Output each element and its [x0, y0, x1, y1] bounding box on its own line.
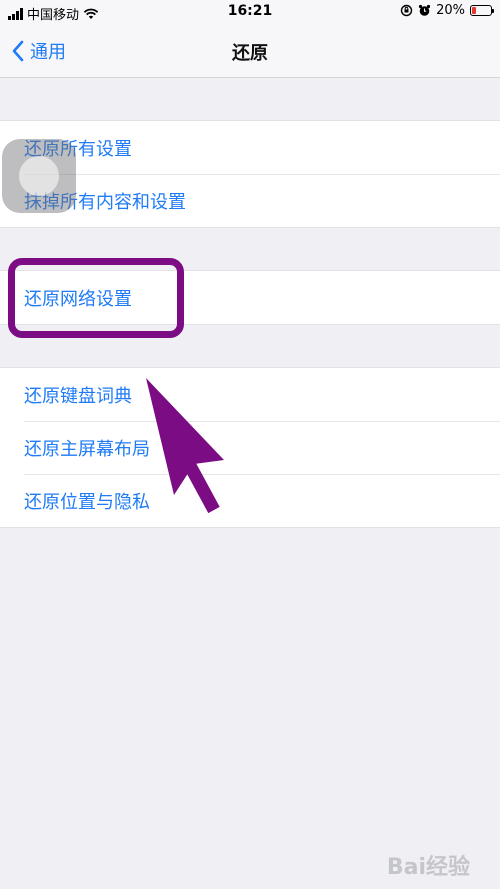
battery-fill: [472, 7, 476, 14]
settings-group-3: 还原键盘词典 还原主屏幕布局 还原位置与隐私: [0, 367, 500, 528]
page-title: 还原: [232, 43, 268, 64]
annotation-highlight-box: [8, 258, 184, 338]
reset-location-privacy-row[interactable]: 还原位置与隐私: [0, 474, 500, 527]
navigation-bar: 通用 还原: [0, 26, 500, 78]
assistive-touch-button[interactable]: [2, 139, 76, 213]
battery-percent: 20%: [436, 3, 465, 18]
battery-icon: [470, 5, 494, 16]
row-label: 还原键盘词典: [24, 385, 132, 407]
reset-home-screen-layout-row[interactable]: 还原主屏幕布局: [0, 421, 500, 474]
alarm-icon: [418, 4, 431, 16]
watermark-logo: Bai经验: [386, 855, 470, 880]
row-label: 还原位置与隐私: [24, 491, 150, 513]
status-right: 20%: [400, 3, 494, 18]
annotation-arrow-icon: [146, 378, 224, 514]
row-label: 还原主屏幕布局: [24, 438, 150, 460]
status-bar: 中国移动 16:21 20%: [0, 0, 500, 26]
reset-keyboard-dictionary-row[interactable]: 还原键盘词典: [0, 368, 500, 421]
orientation-lock-icon: [400, 4, 413, 17]
